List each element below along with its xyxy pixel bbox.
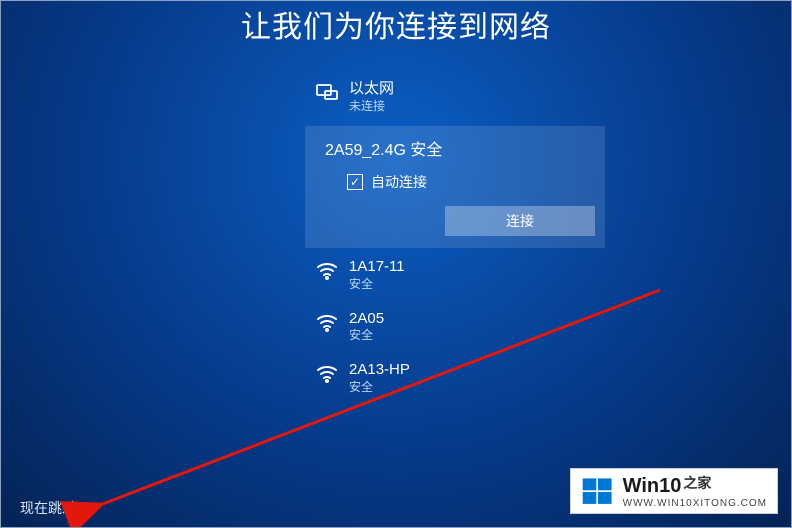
connect-button[interactable]: 连接	[445, 206, 595, 236]
ethernet-name: 以太网	[349, 80, 394, 99]
network-item[interactable]: 2A05 安全	[305, 300, 605, 352]
network-item[interactable]: 2A13-HP 安全	[305, 351, 605, 403]
network-item[interactable]: 1A17-11 安全	[305, 248, 605, 300]
wifi-icon	[315, 310, 339, 334]
ethernet-item[interactable]: 以太网 未连接	[305, 70, 605, 122]
selected-network-security: 安全	[410, 142, 442, 159]
ethernet-status: 未连接	[349, 99, 394, 114]
network-name: 2A05	[349, 310, 384, 329]
network-security: 安全	[349, 277, 405, 292]
windows-logo-icon	[581, 475, 615, 509]
auto-connect-label: 自动连接	[371, 172, 427, 192]
watermark: Win10之家 WWW.WIN10XITONG.COM	[570, 468, 778, 514]
selected-network-name: 2A59_2.4G	[325, 142, 406, 159]
wifi-icon	[315, 361, 339, 385]
wifi-icon	[315, 258, 339, 282]
selected-network[interactable]: 2A59_2.4G 安全 ✓ 自动连接 连接	[305, 126, 605, 248]
network-name: 2A13-HP	[349, 361, 410, 380]
network-security: 安全	[349, 328, 384, 343]
page-title: 让我们为你连接到网络	[241, 2, 551, 46]
auto-connect-row[interactable]: ✓ 自动连接	[347, 172, 595, 192]
auto-connect-checkbox[interactable]: ✓	[347, 174, 363, 190]
ethernet-icon	[315, 80, 339, 104]
network-name: 1A17-11	[349, 258, 405, 277]
network-security: 安全	[349, 380, 410, 395]
watermark-title: Win10之家	[623, 476, 767, 496]
watermark-url: WWW.WIN10XITONG.COM	[623, 499, 767, 509]
skip-now-link[interactable]: 现在跳过	[20, 498, 76, 518]
network-list: 以太网 未连接 2A59_2.4G 安全 ✓ 自动连接 连接	[305, 70, 605, 403]
